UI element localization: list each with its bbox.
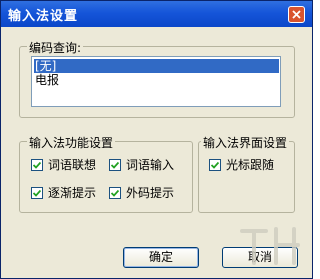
gradual-hint-label: 逐渐提示 [48, 186, 97, 200]
window-title: 输入法设置 [8, 9, 79, 24]
function-settings-label: 输入法功能设置 [27, 134, 116, 151]
interface-settings-label: 输入法界面设置 [201, 134, 290, 151]
gradual-hint-box[interactable] [31, 186, 43, 199]
word-input-checkbox[interactable]: 词语输入 [109, 156, 174, 173]
watermark-logo [240, 227, 300, 265]
external-code-hint-label: 外码提示 [126, 186, 175, 200]
checkmark-icon [211, 161, 219, 169]
function-settings-group [19, 141, 193, 213]
encoding-query-list[interactable]: [无] 电报 [31, 56, 281, 107]
list-item-telegraph[interactable]: 电报 [34, 73, 279, 87]
checkmark-icon [33, 189, 41, 197]
external-code-hint-checkbox[interactable]: 外码提示 [109, 184, 174, 201]
external-code-hint-box[interactable] [109, 186, 121, 199]
ok-button[interactable]: 确定 [123, 247, 199, 268]
word-input-box[interactable] [109, 158, 121, 171]
list-item-none[interactable]: [无] [34, 59, 279, 73]
word-association-box[interactable] [31, 158, 43, 171]
gradual-hint-checkbox[interactable]: 逐渐提示 [31, 184, 96, 201]
word-association-label: 词语联想 [48, 158, 97, 172]
close-button[interactable] [288, 6, 305, 23]
close-icon [292, 10, 301, 19]
checkmark-icon [111, 161, 119, 169]
word-input-label: 词语输入 [126, 158, 175, 172]
cursor-follow-checkbox[interactable]: 光标跟随 [209, 156, 274, 173]
settings-dialog: 输入法设置 编码查询: [无] 电报 输入法功能设置 词语联想 词语输入 逐渐提… [0, 0, 313, 279]
cursor-follow-label: 光标跟随 [226, 158, 275, 172]
cursor-follow-box[interactable] [209, 158, 221, 171]
checkmark-icon [111, 189, 119, 197]
checkmark-icon [33, 161, 41, 169]
title-bar[interactable]: 输入法设置 [1, 1, 312, 27]
encoding-query-label: 编码查询: [27, 39, 84, 56]
interface-settings-group [198, 141, 295, 213]
word-association-checkbox[interactable]: 词语联想 [31, 156, 96, 173]
